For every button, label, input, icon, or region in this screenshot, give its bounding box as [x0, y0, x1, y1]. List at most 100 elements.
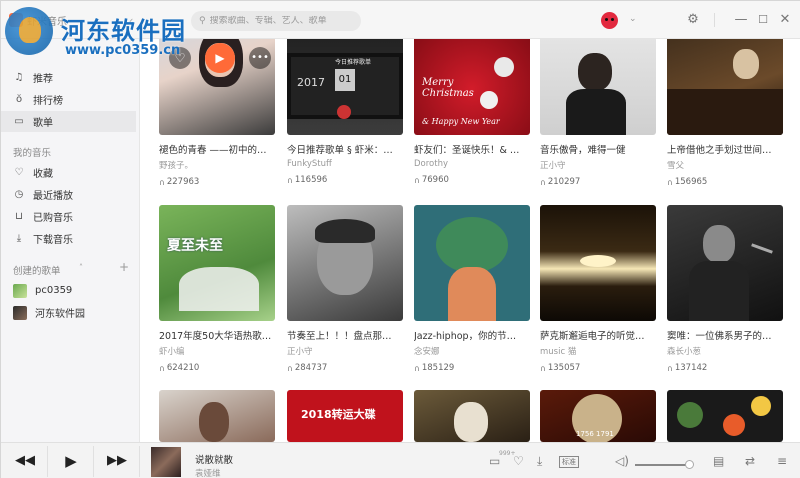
playlist-cover[interactable]	[667, 390, 783, 442]
playlist-title[interactable]: 节奏至上！！！盘点那…	[287, 328, 403, 342]
playlist-title[interactable]: 上帝借他之手划过世间…	[667, 142, 783, 156]
headphones-icon: ∩	[540, 177, 546, 187]
playlist-card[interactable]	[414, 390, 530, 442]
playlist-author[interactable]: 野孩子。	[159, 159, 275, 171]
sidebar-item-recommend[interactable]: ♫ 推荐	[1, 67, 136, 88]
playlist-queue-icon[interactable]: ≡	[777, 454, 787, 468]
minimize-icon[interactable]: —	[733, 12, 749, 28]
search-box[interactable]: ⚲	[191, 11, 361, 31]
cover-image	[566, 89, 626, 135]
favorite-heart-icon[interactable]: ♡	[169, 47, 191, 69]
playlist-card[interactable]: Merry Christmas & Happy New Year 虾友们：圣诞快…	[414, 39, 530, 185]
playlist-cover[interactable]	[414, 205, 530, 321]
playlist-author[interactable]: 雪父	[667, 159, 783, 171]
sidebar-item-label: 下载音乐	[33, 235, 73, 246]
playlist-cover[interactable]: 1756 1791	[540, 390, 656, 442]
now-playing-artist[interactable]: 袁娅维	[195, 467, 221, 478]
back-arrow-icon[interactable]: ‹	[121, 13, 141, 29]
food-image	[723, 414, 745, 436]
playlist-cover[interactable]	[540, 205, 656, 321]
clock-icon: ◷	[14, 188, 24, 200]
playlist-card[interactable]	[667, 390, 783, 442]
playlist-cover[interactable]: 2018转运大碟	[287, 390, 403, 442]
playlist-card[interactable]: 2018转运大碟	[287, 390, 403, 442]
playlist-cover[interactable]	[414, 390, 530, 442]
sidebar-item-purchased[interactable]: ⊔ 已购音乐	[1, 206, 136, 227]
playlist-cover[interactable]: 2017 今日推荐歌单 01	[287, 39, 403, 135]
add-playlist-icon[interactable]: +	[119, 260, 129, 274]
chevron-down-icon[interactable]: ⌄	[629, 14, 637, 24]
playlist-card[interactable]: 1756 1791	[540, 390, 656, 442]
playlist-card[interactable]: 夏至未至 2017年度50大华语热歌… 虾小编 ∩ 624210	[159, 205, 275, 373]
more-icon[interactable]: •••	[249, 47, 271, 69]
playlist-card[interactable]: 萨克斯邂逅电子的听觉… music 猫 ∩ 135057	[540, 205, 656, 373]
playlist-author[interactable]: Dorothy	[414, 159, 530, 169]
gear-icon[interactable]: ⚙	[685, 12, 701, 28]
playlist-cover[interactable]: Merry Christmas & Happy New Year	[414, 39, 530, 135]
now-playing-title[interactable]: 说散就散	[195, 452, 233, 466]
sidebar-item-playlists[interactable]: ▭ 歌单	[1, 111, 136, 132]
download-icon[interactable]: ⤓	[537, 454, 542, 468]
playlist-title[interactable]: 窦唯：一位佛系男子的…	[667, 328, 783, 342]
playlist-author[interactable]: 森长小葱	[667, 345, 783, 357]
collapse-caret-icon[interactable]: ˄	[79, 263, 83, 272]
user-avatar[interactable]	[601, 12, 618, 29]
playlist-card[interactable]: 上帝借他之手划过世间… 雪父 ∩ 156965	[667, 39, 783, 187]
playlist-author[interactable]: 念安娜	[414, 345, 530, 357]
playlist-author[interactable]: 正小守	[540, 159, 656, 171]
playlist-cover[interactable]	[287, 205, 403, 321]
play-icon[interactable]: ▶	[205, 43, 235, 73]
sidebar-item-downloads[interactable]: ⤓ 下载音乐	[1, 228, 136, 249]
playlist-title[interactable]: 2017年度50大华语热歌…	[159, 328, 275, 342]
repeat-icon[interactable]: ⇄	[745, 454, 755, 468]
playlist-title[interactable]: Jazz-hiphop，你的节…	[414, 328, 530, 342]
playlist-author[interactable]: FunkyStuff	[287, 159, 403, 169]
maximize-icon[interactable]: ☐	[755, 12, 771, 28]
playlist-title[interactable]: 虾友们：圣诞快乐！& …	[414, 142, 530, 156]
app-window: 虾米音乐 ‹ ⚲ ⌄ ⚙ — ☐ ✕ 河东软件园 www.pc0359.cn ♫…	[0, 0, 800, 478]
divider	[714, 13, 715, 27]
playlist-card[interactable]: ♡ ▶ ••• 褪色的青春 ——初中的… 野孩子。 ∩ 227963	[159, 39, 275, 187]
app-logo[interactable]: 虾米音乐	[9, 10, 73, 30]
playlist-author[interactable]: 虾小编	[159, 345, 275, 357]
play-icon[interactable]: ▶	[61, 451, 81, 471]
playlist-card[interactable]: Jazz-hiphop，你的节… 念安娜 ∩ 185129	[414, 205, 530, 373]
playlist-title[interactable]: 音乐傲骨，难得一健	[540, 142, 656, 156]
playlist-author[interactable]: music 猫	[540, 345, 656, 357]
now-playing-cover[interactable]	[151, 447, 181, 477]
sidebar-item-charts[interactable]: ŏ 排行榜	[1, 89, 136, 110]
playlist-cover[interactable]	[159, 390, 275, 442]
cover-image	[733, 49, 759, 79]
playlist-card[interactable]: 窦唯：一位佛系男子的… 森长小葱 ∩ 137142	[667, 205, 783, 373]
playlist-author[interactable]: 正小守	[287, 345, 403, 357]
playlist-card[interactable]	[159, 390, 275, 442]
playlist-cover[interactable]	[667, 205, 783, 321]
search-input[interactable]	[209, 16, 350, 26]
app-name: 虾米音乐	[27, 16, 67, 28]
divider	[93, 446, 94, 477]
volume-knob[interactable]	[685, 460, 694, 469]
playlist-cover[interactable]	[667, 39, 783, 135]
sidebar-playlist-item[interactable]: 河东软件园	[1, 302, 136, 323]
playlist-card[interactable]: 音乐傲骨，难得一健 正小守 ∩ 210297	[540, 39, 656, 187]
cover-year: 2017	[297, 76, 325, 89]
sidebar-playlist-item[interactable]: pc0359	[1, 280, 136, 301]
playlist-cover[interactable]: 夏至未至	[159, 205, 275, 321]
close-icon[interactable]: ✕	[777, 12, 793, 28]
playlist-card[interactable]: 节奏至上！！！盘点那… 正小守 ∩ 284737	[287, 205, 403, 373]
playlist-card[interactable]: 2017 今日推荐歌单 01 今日推荐歌单 § 虾米：… FunkyStuff …	[287, 39, 403, 185]
playlist-title[interactable]: 萨克斯邂逅电子的听觉…	[540, 328, 656, 342]
heart-icon[interactable]: ♡	[513, 454, 524, 468]
quality-button[interactable]: 标准	[559, 456, 579, 468]
lyrics-icon[interactable]: ▤	[713, 454, 724, 468]
playlist-cover[interactable]: ♡ ▶ •••	[159, 39, 275, 135]
volume-icon[interactable]: ◁)	[615, 454, 629, 468]
sidebar-item-favorites[interactable]: ♡ 收藏	[1, 162, 136, 183]
sidebar-item-recent[interactable]: ◷ 最近播放	[1, 184, 136, 205]
previous-icon[interactable]: ◀◀	[15, 451, 35, 471]
playlist-title[interactable]: 褪色的青春 ——初中的…	[159, 142, 275, 156]
next-icon[interactable]: ▶▶	[107, 451, 127, 471]
volume-fill	[635, 464, 687, 466]
playlist-cover[interactable]	[540, 39, 656, 135]
playlist-title[interactable]: 今日推荐歌单 § 虾米：…	[287, 142, 403, 156]
